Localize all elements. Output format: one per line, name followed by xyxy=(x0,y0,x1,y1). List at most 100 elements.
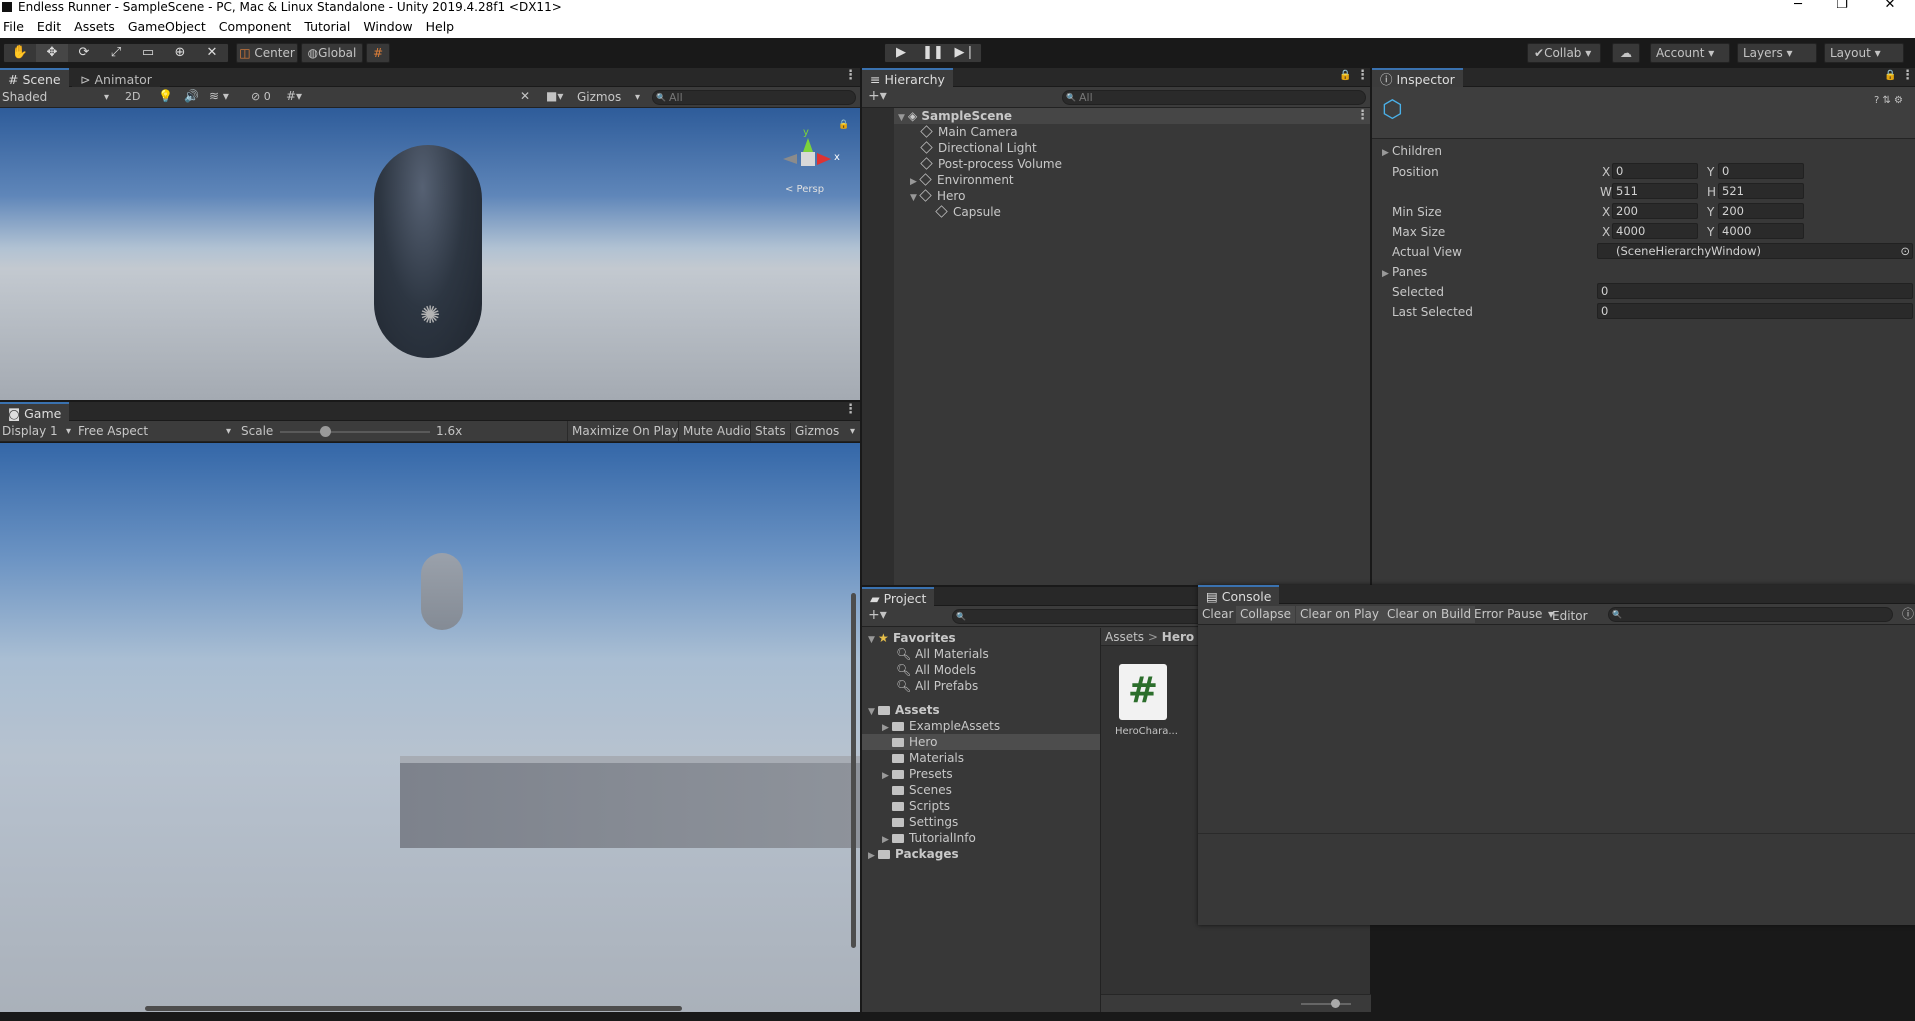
max-y-field[interactable]: 4000 xyxy=(1718,223,1804,239)
error-pause-button[interactable]: Error Pause xyxy=(1470,606,1546,623)
position-y-field[interactable]: 0 xyxy=(1718,163,1804,179)
scene-viewport[interactable]: ✺ y x < Persp 🔒 xyxy=(0,108,860,400)
hierarchy-search-input[interactable]: All xyxy=(1062,90,1366,105)
close-button[interactable]: ✕ xyxy=(1870,0,1910,12)
folder-item[interactable]: ▶ ExampleAssets xyxy=(882,718,1000,734)
stats-toggle[interactable]: Stats xyxy=(750,421,790,441)
breadcrumb-assets[interactable]: Assets xyxy=(1105,630,1144,644)
cloud-button[interactable]: ☁ xyxy=(1612,43,1640,63)
gizmos-dropdown[interactable]: Gizmos xyxy=(575,89,643,106)
maximize-on-play-toggle[interactable]: Maximize On Play xyxy=(567,421,683,441)
favorite-item[interactable]: 🔍︎ All Prefabs xyxy=(896,678,978,694)
expand-arrow-icon[interactable]: ▶ xyxy=(882,768,892,784)
console-info-icon[interactable]: ⓘ xyxy=(1898,606,1915,623)
display-dropdown[interactable]: Display 1 xyxy=(0,423,74,440)
shading-dropdown[interactable]: Shaded xyxy=(0,89,112,106)
toggle-2d[interactable]: 2D xyxy=(125,90,140,103)
scale-tool-icon[interactable]: ⤢ xyxy=(100,44,132,62)
hierarchy-item[interactable]: Post-process Volume xyxy=(920,156,1062,172)
last-selected-field[interactable]: 0 xyxy=(1597,303,1913,319)
scale-slider[interactable] xyxy=(280,426,430,437)
menu-tutorial[interactable]: Tutorial xyxy=(304,15,350,34)
folder-item[interactable]: ▶ TutorialInfo xyxy=(882,830,976,846)
collapse-arrow-icon[interactable]: ▼ xyxy=(910,190,920,206)
menu-help[interactable]: Help xyxy=(426,15,455,34)
min-y-field[interactable]: 200 xyxy=(1718,203,1804,219)
layout-dropdown[interactable]: Layout ▾ xyxy=(1824,43,1904,63)
perspective-label[interactable]: < Persp xyxy=(785,184,824,195)
pause-icon[interactable]: ❚❚ xyxy=(917,44,949,62)
inspector-lock-icon[interactable]: 🔒 xyxy=(1884,70,1896,81)
game-vscrollbar[interactable] xyxy=(851,593,856,948)
aspect-dropdown[interactable]: Free Aspect xyxy=(76,423,234,440)
height-field[interactable]: 521 xyxy=(1718,183,1804,199)
rect-tool-icon[interactable]: ▭ xyxy=(132,44,164,62)
menu-file[interactable]: File xyxy=(3,15,24,34)
pivot-center-button[interactable]: ◫ Center xyxy=(236,43,298,63)
clear-on-build-button[interactable]: Clear on Build xyxy=(1383,606,1476,623)
scale-slider-knob[interactable] xyxy=(320,426,331,437)
width-field[interactable]: 511 xyxy=(1612,183,1698,199)
grid-snap-button[interactable]: # xyxy=(366,43,390,63)
console-clear-button[interactable]: Clear xyxy=(1198,606,1237,623)
hand-tool-icon[interactable]: ✋ xyxy=(4,44,36,62)
console-log-area[interactable] xyxy=(1198,626,1915,826)
console-collapse-button[interactable]: Collapse xyxy=(1236,606,1295,623)
expand-arrow-icon[interactable]: ▼ xyxy=(898,110,908,126)
camera-icon[interactable]: ■▾ xyxy=(546,89,563,103)
assets-row[interactable]: ▼ Assets xyxy=(868,702,940,718)
collapse-arrow-icon[interactable]: ▼ xyxy=(868,632,878,648)
selected-field[interactable]: 0 xyxy=(1597,283,1913,299)
tab-project[interactable]: ▰ Project xyxy=(862,587,935,606)
tab-animator[interactable]: ⊳ Animator xyxy=(72,68,160,87)
favorites-row[interactable]: ▼ ★ Favorites xyxy=(868,630,956,646)
hierarchy-add-button[interactable]: +▾ xyxy=(868,88,887,104)
move-tool-icon[interactable]: ✥ xyxy=(36,44,68,62)
axis-x-cone[interactable] xyxy=(817,153,831,165)
game-viewport[interactable] xyxy=(0,443,860,1012)
tab-hierarchy[interactable]: ≡ Hierarchy xyxy=(862,68,953,87)
tab-scene[interactable]: # Scene xyxy=(0,68,69,87)
grid-toggle-icon[interactable]: #▾ xyxy=(286,89,302,103)
folder-item[interactable]: Hero xyxy=(892,734,937,750)
menu-window[interactable]: Window xyxy=(363,15,412,34)
scene-row[interactable]: ▼ ◈ SampleScene ⋮ xyxy=(862,108,1370,124)
account-dropdown[interactable]: Account ▾ xyxy=(1650,43,1730,63)
hierarchy-item[interactable]: Directional Light xyxy=(920,140,1037,156)
menu-assets[interactable]: Assets xyxy=(74,15,115,34)
min-x-field[interactable]: 200 xyxy=(1612,203,1698,219)
scene-row-menu-icon[interactable]: ⋮ xyxy=(1356,109,1369,122)
game-hscrollbar[interactable] xyxy=(145,1006,682,1011)
tools-icon[interactable]: ✕ xyxy=(520,89,530,103)
gizmo-center[interactable] xyxy=(801,152,815,166)
global-space-button[interactable]: ◍Global xyxy=(301,43,363,63)
axis-y-cone[interactable] xyxy=(803,138,813,152)
game-gizmos-dropdown[interactable]: Gizmos xyxy=(790,423,858,440)
hierarchy-item[interactable]: Capsule xyxy=(935,204,1001,220)
axis-negx-cone[interactable] xyxy=(783,154,797,164)
actual-view-field[interactable]: (SceneHierarchyWindow) ⊙ xyxy=(1597,243,1913,259)
folder-item[interactable]: Scenes xyxy=(892,782,952,798)
inspector-menu-icon[interactable]: ⋮ xyxy=(1901,69,1914,82)
menu-edit[interactable]: Edit xyxy=(37,15,61,34)
orientation-gizmo[interactable]: y x < Persp xyxy=(770,122,850,195)
effects-icon[interactable]: ≋ ▾ xyxy=(209,89,229,103)
play-icon[interactable]: ▶ xyxy=(885,44,917,62)
step-icon[interactable]: ▶❘ xyxy=(949,44,981,62)
transform-tool-icon[interactable]: ⊕ xyxy=(164,44,196,62)
expand-arrow-icon[interactable]: ▶ xyxy=(868,848,878,864)
children-foldout[interactable]: ▶ Children xyxy=(1382,144,1442,158)
csharp-script-icon[interactable]: # xyxy=(1119,664,1167,720)
packages-row[interactable]: ▶ Packages xyxy=(868,846,959,862)
custom-tool-icon[interactable]: ✕ xyxy=(196,44,228,62)
help-icon[interactable]: ? ⇅ ⚙ xyxy=(1874,95,1903,106)
console-search-input[interactable] xyxy=(1608,607,1893,622)
tab-inspector[interactable]: ⓘ Inspector xyxy=(1372,68,1463,87)
folder-item[interactable]: Materials xyxy=(892,750,964,766)
breadcrumb-hero[interactable]: Hero xyxy=(1162,630,1194,644)
scene-search-input[interactable]: All xyxy=(652,90,856,105)
mute-audio-toggle[interactable]: Mute Audio xyxy=(678,421,755,441)
menu-gameobject[interactable]: GameObject xyxy=(128,15,206,34)
hierarchy-lock-icon[interactable]: 🔒 xyxy=(1339,70,1351,81)
lighting-icon[interactable]: 💡 xyxy=(158,89,173,103)
